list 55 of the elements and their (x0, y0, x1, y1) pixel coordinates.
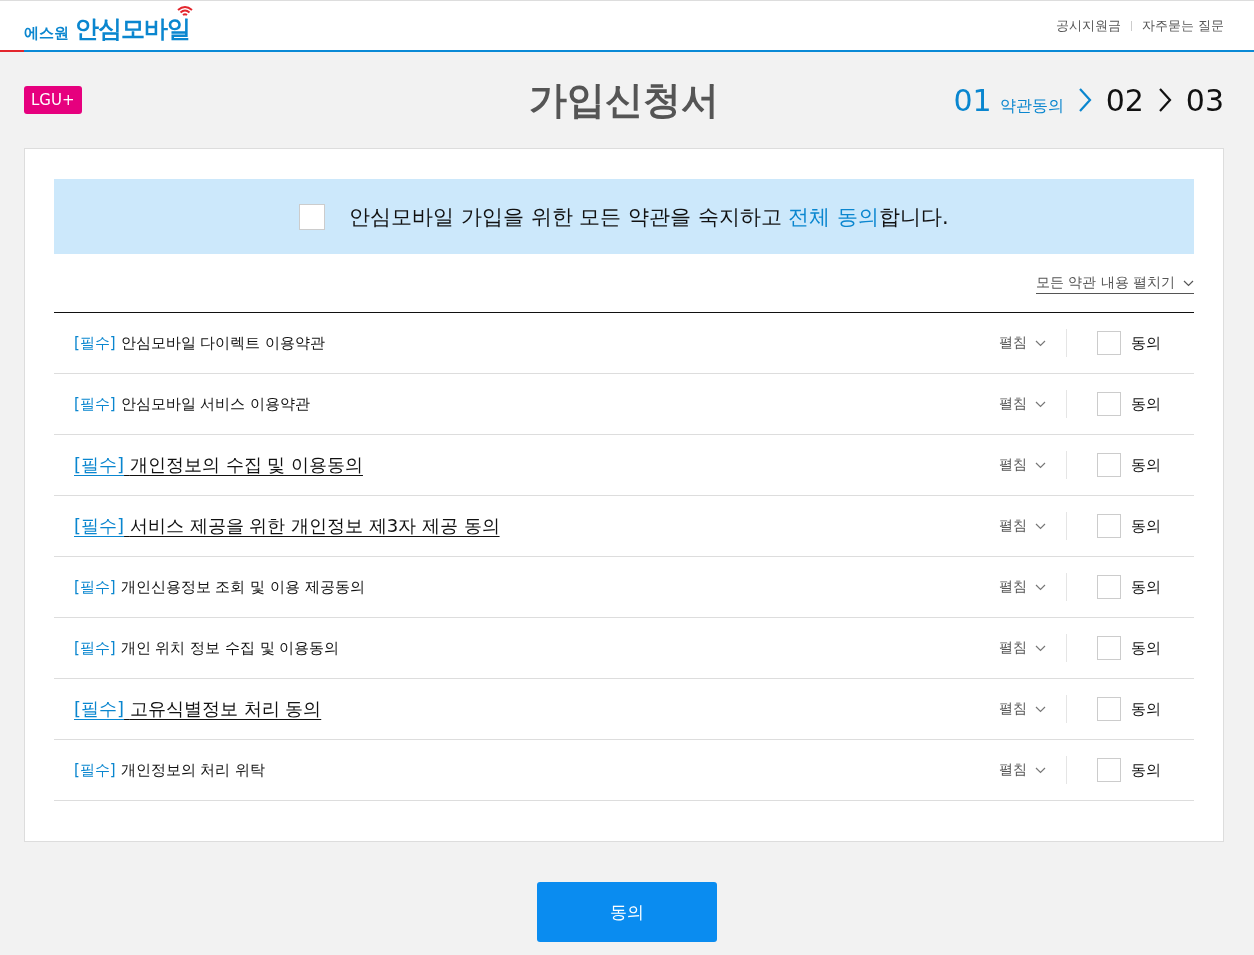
expand-toggle[interactable]: 펼침 (999, 395, 1046, 413)
expand-toggle[interactable]: 펼침 (999, 761, 1046, 779)
checkbox[interactable] (1097, 453, 1121, 477)
step-indicator: 03 (1185, 82, 1224, 118)
chevron-down-icon (1035, 339, 1046, 347)
chevron-down-icon (1035, 705, 1046, 713)
checkbox[interactable] (1097, 636, 1121, 660)
chevron-right-icon (1077, 87, 1092, 113)
checkbox[interactable] (1097, 758, 1121, 782)
header-link[interactable]: 자주묻는 질문 (1141, 16, 1224, 35)
checkbox[interactable] (1097, 514, 1121, 538)
chevron-down-icon (1035, 583, 1046, 591)
chevron-down-icon (1035, 400, 1046, 408)
term-title[interactable]: [필수] 고유식별정보 처리 동의 (74, 697, 999, 721)
term-title[interactable]: [필수] 개인정보의 처리 위탁 (74, 760, 999, 780)
term-title[interactable]: [필수] 개인 위치 정보 수집 및 이용동의 (74, 638, 999, 658)
chevron-down-icon (1035, 644, 1046, 652)
term-title[interactable]: [필수] 개인신용정보 조회 및 이용 제공동의 (74, 577, 999, 597)
checkbox[interactable] (299, 203, 326, 230)
agree-label: 동의 (1131, 638, 1161, 658)
agree-label: 동의 (1131, 760, 1161, 780)
expand-toggle[interactable]: 펼침 (999, 578, 1046, 596)
agree-label: 동의 (1131, 699, 1161, 719)
chevron-down-icon (1035, 461, 1046, 469)
step-indicator: 02 (1105, 82, 1144, 118)
agree-label: 동의 (1131, 455, 1161, 475)
chevron-down-icon (1035, 766, 1046, 774)
agree-label: 동의 (1131, 516, 1161, 536)
expand-toggle[interactable]: 펼침 (999, 517, 1046, 535)
checkbox[interactable] (1097, 697, 1121, 721)
page-title: 가입신청서 (529, 76, 719, 124)
expand-all-link[interactable]: 모든 약관 내용 펼치기 (1035, 274, 1194, 294)
agree-label: 동의 (1131, 394, 1161, 414)
signal-icon (176, 4, 194, 17)
step-indicator: 01 약관동의 (953, 82, 1064, 118)
checkbox[interactable] (1097, 331, 1121, 355)
expand-toggle[interactable]: 펼침 (999, 639, 1046, 657)
expand-toggle[interactable]: 펼침 (999, 456, 1046, 474)
chevron-down-icon (1183, 279, 1194, 287)
agree-all-text: 안심모바일 가입을 위한 모든 약관을 숙지하고 전체 동의합니다. (349, 203, 949, 231)
logo[interactable]: 에스원 안심모바일 (24, 6, 190, 45)
expand-toggle[interactable]: 펼침 (999, 700, 1046, 718)
chevron-down-icon (1035, 522, 1046, 530)
checkbox[interactable] (1097, 392, 1121, 416)
checkbox[interactable] (1097, 575, 1121, 599)
term-title[interactable]: [필수] 안심모바일 다이렉트 이용약관 (74, 333, 999, 353)
header-link[interactable]: 공시지원금 (1055, 16, 1121, 35)
agree-label: 동의 (1131, 333, 1161, 353)
chevron-right-icon (1157, 87, 1172, 113)
term-title[interactable]: [필수] 개인정보의 수집 및 이용동의 (74, 453, 999, 477)
agree-label: 동의 (1131, 577, 1161, 597)
carrier-badge: LGU+ (24, 86, 82, 114)
term-title[interactable]: [필수] 안심모바일 서비스 이용약관 (74, 394, 999, 414)
term-title[interactable]: [필수] 서비스 제공을 위한 개인정보 제3자 제공 동의 (74, 514, 999, 538)
expand-toggle[interactable]: 펼침 (999, 334, 1046, 352)
